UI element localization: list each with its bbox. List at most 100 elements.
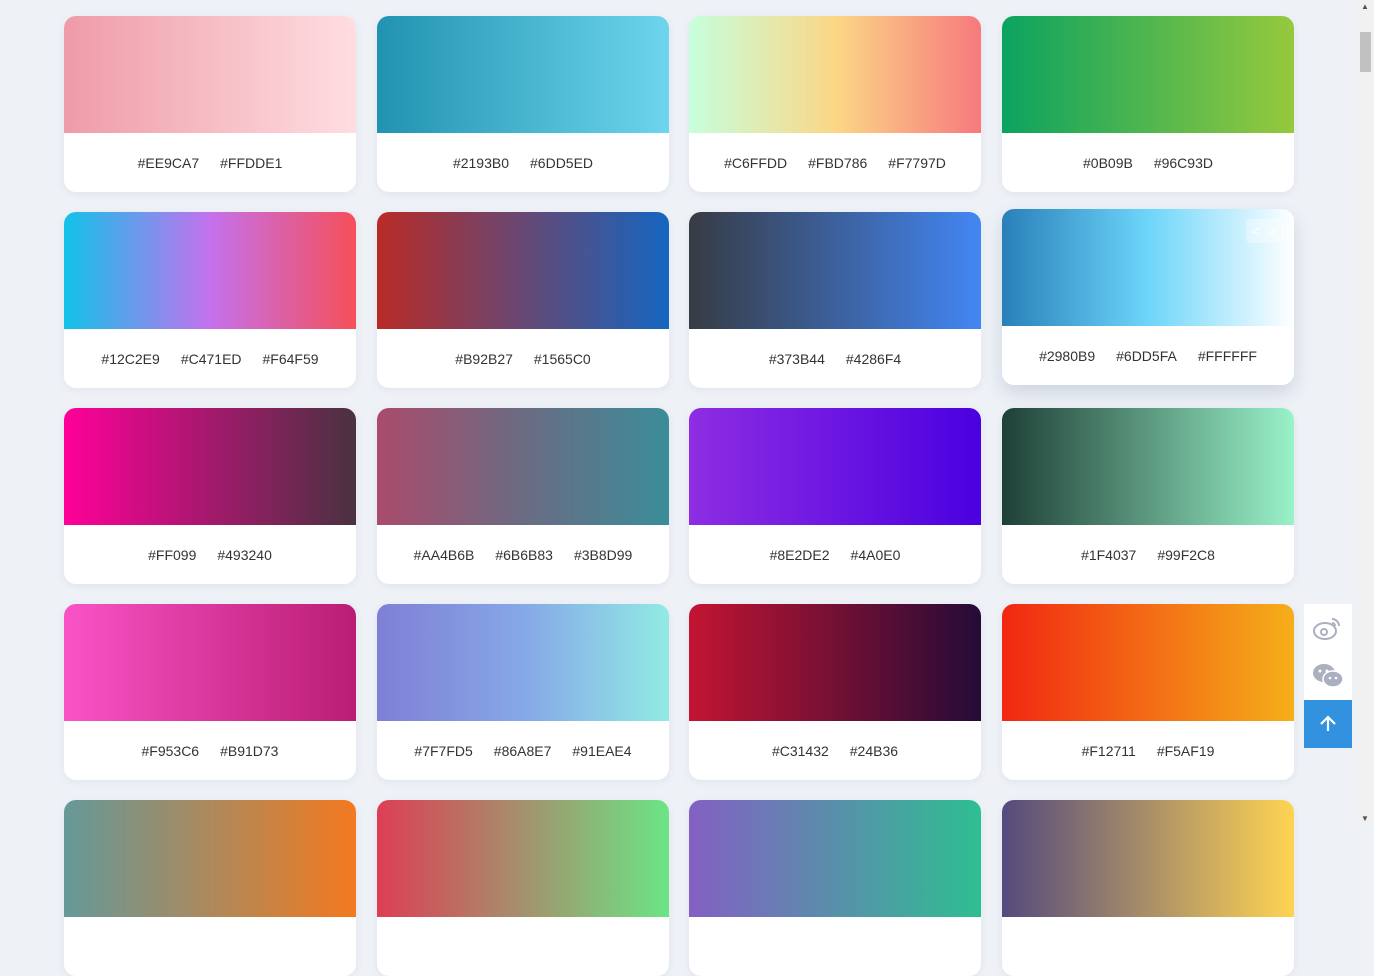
color-code[interactable]: #96C93D	[1154, 155, 1213, 171]
gradient-card[interactable]	[689, 800, 981, 976]
gradient-card[interactable]: #C31432 #24B36	[689, 604, 981, 780]
wechat-icon	[1313, 664, 1344, 688]
page-scrollbar[interactable]: ▲ ▼	[1357, 0, 1374, 825]
color-code[interactable]: #3B8D99	[574, 547, 632, 563]
gradient-card[interactable]: #B92B27 #1565C0	[377, 212, 669, 388]
color-code-row	[689, 917, 981, 976]
color-code[interactable]: #493240	[217, 547, 272, 563]
weibo-icon	[1313, 618, 1340, 640]
gradient-direction-toggle[interactable]: < >	[1246, 219, 1284, 243]
color-code[interactable]: #86A8E7	[494, 743, 552, 759]
gradient-swatch[interactable]	[689, 604, 981, 721]
color-code-row: #FF099 #493240	[64, 525, 356, 584]
gradient-swatch[interactable]	[377, 408, 669, 525]
gradient-swatch[interactable]	[64, 16, 356, 133]
color-code[interactable]: #C6FFDD	[724, 155, 787, 171]
wechat-share-button[interactable]	[1304, 652, 1352, 700]
back-to-top-button[interactable]	[1304, 700, 1352, 748]
color-code[interactable]: #4A0E0	[851, 547, 901, 563]
color-code[interactable]: #4286F4	[846, 351, 901, 367]
color-code[interactable]: #1F4037	[1081, 547, 1136, 563]
color-code-row: #373B44 #4286F4	[689, 329, 981, 388]
color-code[interactable]: #6DD5ED	[530, 155, 593, 171]
color-code-row: #F12711 #F5AF19	[1002, 721, 1294, 780]
color-code[interactable]: #EE9CA7	[138, 155, 199, 171]
color-code[interactable]: #B91D73	[220, 743, 278, 759]
gradient-swatch[interactable]	[377, 16, 669, 133]
gradient-swatch[interactable]	[689, 212, 981, 329]
color-code[interactable]: #99F2C8	[1157, 547, 1215, 563]
gradient-card[interactable]: #8E2DE2 #4A0E0	[689, 408, 981, 584]
gradient-card[interactable]: #F12711 #F5AF19	[1002, 604, 1294, 780]
gradient-card[interactable]: #373B44 #4286F4	[689, 212, 981, 388]
gradient-card[interactable]: #AA4B6B #6B6B83 #3B8D99	[377, 408, 669, 584]
color-code-row: #C31432 #24B36	[689, 721, 981, 780]
gradient-card[interactable]: #12C2E9 #C471ED #F64F59	[64, 212, 356, 388]
gradient-card[interactable]: #2193B0 #6DD5ED	[377, 16, 669, 192]
gradient-card[interactable]: < > #2980B9 #6DD5FA #FFFFFF	[1002, 209, 1294, 385]
scroll-down-arrow-icon[interactable]: ▼	[1361, 814, 1369, 823]
color-code[interactable]: #FFDDE1	[220, 155, 282, 171]
color-code-row: #2980B9 #6DD5FA #FFFFFF	[1002, 326, 1294, 385]
gradient-swatch[interactable]	[64, 604, 356, 721]
gradient-swatch[interactable]: < >	[1002, 209, 1294, 326]
color-code[interactable]: #FFFFFF	[1198, 348, 1257, 364]
color-code[interactable]: #FF099	[148, 547, 196, 563]
color-code[interactable]: #1565C0	[534, 351, 591, 367]
color-code[interactable]: #6B6B83	[495, 547, 553, 563]
gradient-swatch[interactable]	[64, 800, 356, 917]
gradient-swatch[interactable]	[1002, 604, 1294, 721]
color-code[interactable]: #12C2E9	[101, 351, 159, 367]
color-code[interactable]: #91EAE4	[572, 743, 631, 759]
color-code[interactable]: #0B09B	[1083, 155, 1133, 171]
scroll-thumb[interactable]	[1360, 32, 1371, 72]
gradient-card[interactable]: #1F4037 #99F2C8	[1002, 408, 1294, 584]
color-code[interactable]: #24B36	[850, 743, 898, 759]
color-code[interactable]: #AA4B6B	[414, 547, 475, 563]
gradient-card[interactable]	[64, 800, 356, 976]
gradient-swatch[interactable]	[64, 408, 356, 525]
gradient-swatch[interactable]	[689, 800, 981, 917]
color-code[interactable]: #6DD5FA	[1116, 348, 1177, 364]
color-code[interactable]: #F12711	[1082, 743, 1136, 759]
gradient-card[interactable]: #C6FFDD #FBD786 #F7797D	[689, 16, 981, 192]
color-code[interactable]: #F953C6	[142, 743, 200, 759]
gradient-swatch[interactable]	[377, 800, 669, 917]
color-code-row: #AA4B6B #6B6B83 #3B8D99	[377, 525, 669, 584]
gradient-card[interactable]	[377, 800, 669, 976]
gradient-card[interactable]: #F953C6 #B91D73	[64, 604, 356, 780]
gradient-swatch[interactable]	[689, 408, 981, 525]
color-code-row	[1002, 917, 1294, 976]
color-code-row: #C6FFDD #FBD786 #F7797D	[689, 133, 981, 192]
color-code[interactable]: #373B44	[769, 351, 825, 367]
gradient-card[interactable]: #0B09B #96C93D	[1002, 16, 1294, 192]
color-code-row: #7F7FD5 #86A8E7 #91EAE4	[377, 721, 669, 780]
color-code[interactable]: #2980B9	[1039, 348, 1095, 364]
arrow-up-icon	[1320, 715, 1336, 731]
color-code[interactable]: #C31432	[772, 743, 829, 759]
weibo-share-button[interactable]	[1304, 604, 1352, 652]
color-code[interactable]: #FBD786	[808, 155, 867, 171]
color-code[interactable]: #7F7FD5	[414, 743, 472, 759]
gradient-card[interactable]: #EE9CA7 #FFDDE1	[64, 16, 356, 192]
gradient-card[interactable]: #FF099 #493240	[64, 408, 356, 584]
color-code[interactable]: #F7797D	[888, 155, 946, 171]
color-code-row	[64, 917, 356, 976]
gradient-swatch[interactable]	[377, 212, 669, 329]
color-code[interactable]: #F64F59	[263, 351, 319, 367]
scroll-up-arrow-icon[interactable]: ▲	[1361, 2, 1369, 11]
gradient-swatch[interactable]	[377, 604, 669, 721]
color-code[interactable]: #8E2DE2	[770, 547, 830, 563]
color-code[interactable]: #2193B0	[453, 155, 509, 171]
color-code[interactable]: #C471ED	[181, 351, 242, 367]
gradient-swatch[interactable]	[64, 212, 356, 329]
gradient-swatch[interactable]	[1002, 800, 1294, 917]
gradient-card[interactable]: #7F7FD5 #86A8E7 #91EAE4	[377, 604, 669, 780]
color-code-row	[377, 917, 669, 976]
gradient-swatch[interactable]	[1002, 408, 1294, 525]
gradient-swatch[interactable]	[689, 16, 981, 133]
gradient-swatch[interactable]	[1002, 16, 1294, 133]
color-code[interactable]: #F5AF19	[1157, 743, 1215, 759]
gradient-card[interactable]	[1002, 800, 1294, 976]
color-code[interactable]: #B92B27	[455, 351, 513, 367]
